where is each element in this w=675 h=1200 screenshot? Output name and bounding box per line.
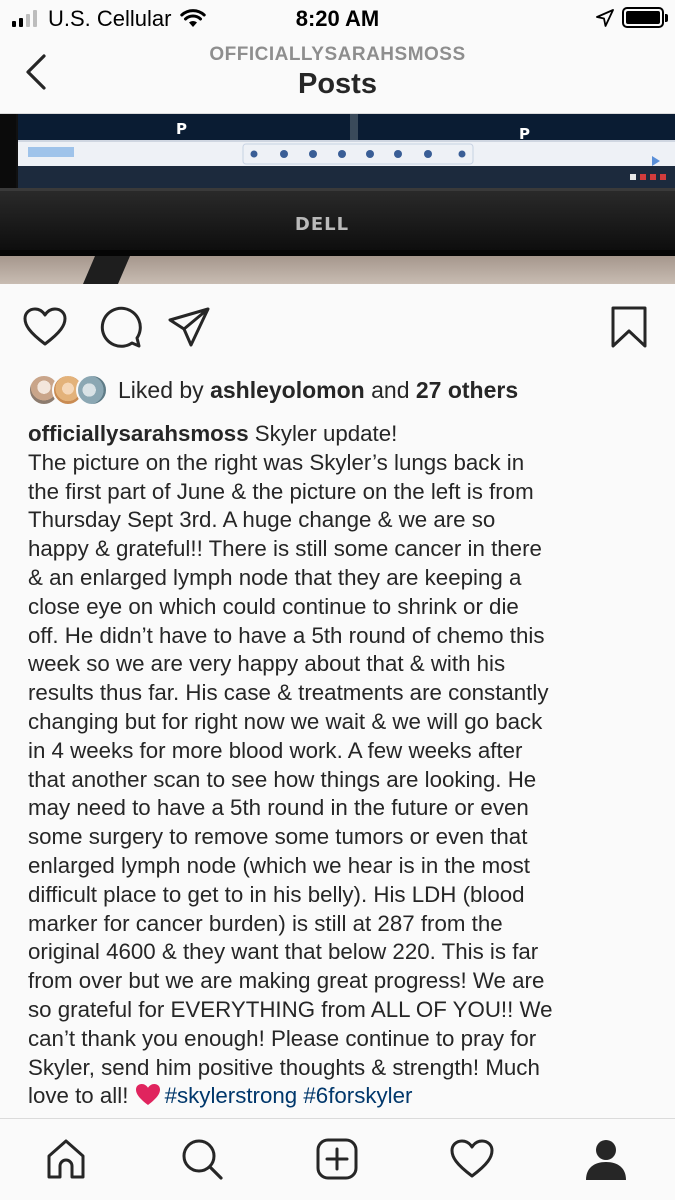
post-caption: officiallysarahsmoss Skyler update! The … [28,420,653,1111]
share-button[interactable] [166,304,212,350]
red-heart-emoji-icon [135,1084,160,1106]
nav-home[interactable] [42,1135,90,1183]
caption-line: close eye on which could continue to shr… [28,593,519,619]
hashtag-link[interactable]: #skylerstrong [165,1083,298,1108]
heart-icon [23,307,67,346]
caption-line: off. He didn’t have to have a 5th round … [28,622,545,648]
post-actions [0,290,675,365]
caption-line: marker for cancer burden) is still at 28… [28,910,503,936]
header-username: OFFICIALLYSARAHSMOSS [209,44,466,65]
likes-others-count[interactable]: 27 others [416,377,518,403]
liker-username[interactable]: ashleyolomon [210,377,365,403]
post-header: OFFICIALLYSARAHSMOSS Posts [0,36,675,114]
caption-line: week so we are very happy about that & w… [28,651,506,677]
comment-button[interactable] [98,304,144,350]
nav-profile[interactable] [582,1135,630,1183]
likes-prefix: Liked by [118,376,204,403]
caption-line: from over but we are making great progre… [28,968,545,994]
comment-icon [100,306,142,348]
caption-line: & an enlarged lymph node that they are k… [28,564,522,590]
caption-title: Skyler update! [248,421,398,446]
nav-new-post[interactable] [313,1135,361,1183]
caption-line: love to all! [28,1083,129,1109]
avatar [76,374,108,406]
battery-icon [622,7,668,28]
hashtag-link[interactable]: #6forskyler [303,1083,412,1108]
profile-icon [586,1140,626,1180]
caption-line: so grateful for EVERYTHING from ALL OF Y… [28,996,553,1022]
caption-line: enlarged lymph node (which we hear is in… [28,852,530,878]
caption-line: in 4 weeks for more blood work. A few we… [28,737,523,763]
save-button[interactable] [606,304,652,350]
caption-line: happy & grateful!! There is still some c… [28,536,542,562]
nav-search[interactable] [178,1135,226,1183]
dell-logo: DELL [295,214,349,235]
home-icon [47,1139,85,1179]
monitor-photo: P P DELL [0,114,675,284]
search-icon [182,1139,223,1180]
like-button[interactable] [22,304,68,350]
caption-line: can’t thank you enough! Please continue … [28,1025,537,1051]
likes-summary[interactable]: Liked by ashleyolomon and 27 others [28,370,518,410]
caption-line: Thursday Sept 3rd. A huge change & we ar… [28,507,496,533]
caption-username[interactable]: officiallysarahsmoss [28,421,249,446]
bookmark-icon [611,306,647,348]
caption-line: some surgery to remove some tumors or ev… [28,824,528,850]
caption-line: may need to have a 5th round in the futu… [28,795,529,821]
post-photo[interactable]: P P DELL [0,114,675,284]
likes-joiner: and [371,376,410,403]
plus-square-icon [316,1138,358,1180]
nav-activity[interactable] [448,1135,496,1183]
caption-line: original 4600 & they want that below 220… [28,939,539,965]
caption-line: difficult place to get to in his belly).… [28,881,525,907]
liker-avatars [28,373,108,407]
caption-line: changing but for right now we wait & we … [28,708,543,734]
caption-line: results thus far. His case & treatments … [28,680,549,706]
bottom-nav [0,1118,675,1200]
likes-text: Liked by ashleyolomon and 27 others [118,377,518,404]
caption-line: the first part of June & the picture on … [28,478,534,504]
caption-line: that another scan to see how things are … [28,766,537,792]
paper-plane-icon [168,307,210,347]
screen-letter-left: P [176,120,187,138]
heart-icon [450,1139,494,1178]
status-bar: U.S. Cellular 8:20 AM [0,0,675,36]
clock: 8:20 AM [295,6,380,31]
caption-last-line: love to all! #skylerstrong #6forskyler [28,1082,653,1111]
location-arrow-icon [596,9,614,32]
page-title: Posts [298,68,377,100]
caption-line: Skyler, send him positive thoughts & str… [28,1054,540,1080]
caption-first-line: officiallysarahsmoss Skyler update! [28,420,653,449]
caption-line: The picture on the right was Skyler’s lu… [28,449,525,475]
